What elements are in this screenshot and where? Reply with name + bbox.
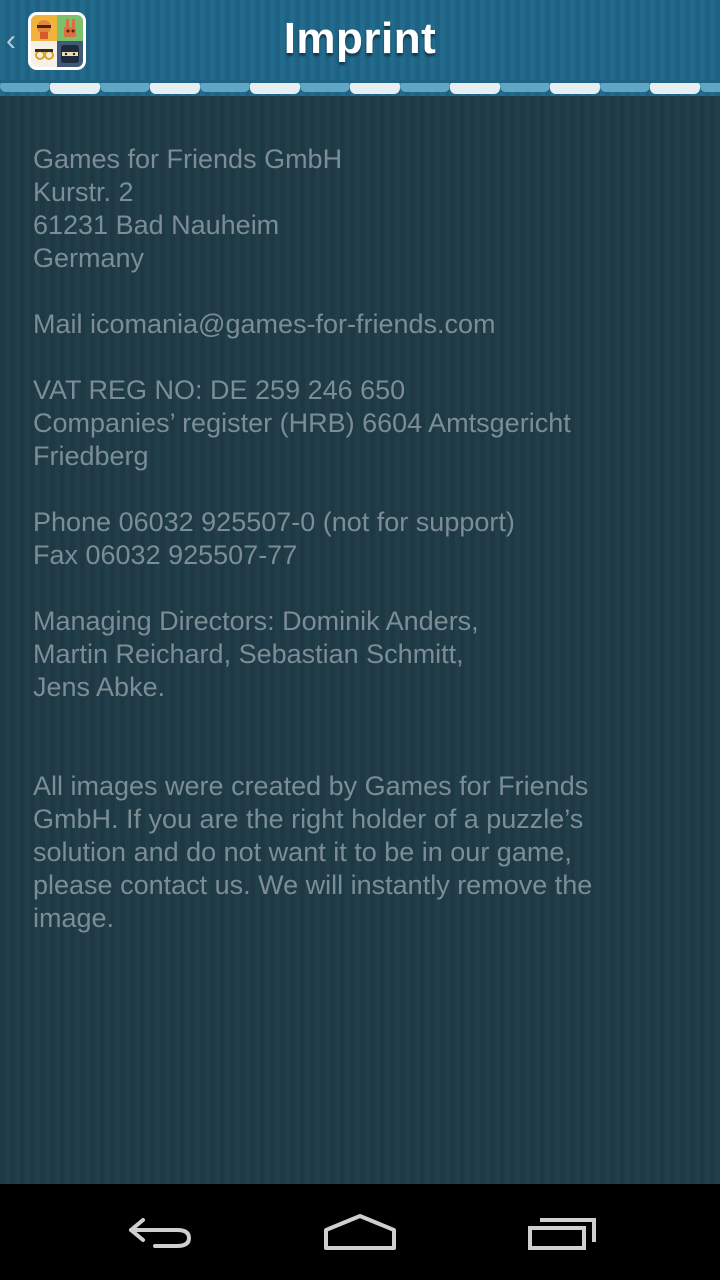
directors-line-3: Jens Abke. (33, 672, 166, 702)
action-bar: ‹ Imprint (0, 0, 720, 96)
nav-home-button[interactable] (300, 1202, 420, 1262)
directors-line-1: Managing Directors: Dominik Anders, (33, 606, 479, 636)
city-address: 61231 Bad Nauheim (33, 210, 280, 240)
company-name: Games for Friends GmbH (33, 144, 343, 174)
directors-line-2: Martin Reichard, Sebastian Schmitt, (33, 639, 464, 669)
register-line-1: Companies’ register (HRB) 6604 Amtsgeric… (33, 408, 571, 438)
imprint-content[interactable]: Games for Friends GmbH Kurstr. 2 61231 B… (0, 96, 720, 1184)
mail-line: Mail icomania@games-for-friends.com (33, 309, 496, 339)
nav-back-button[interactable] (100, 1202, 220, 1262)
back-arrow-icon (129, 1218, 192, 1248)
page-title: Imprint (283, 14, 437, 63)
country: Germany (33, 243, 145, 273)
street-address: Kurstr. 2 (33, 177, 134, 207)
nav-recents-button[interactable] (502, 1202, 622, 1262)
fax-line: Fax 06032 925507-77 (33, 540, 298, 570)
register-line-2: Friedberg (33, 441, 149, 471)
phone-line: Phone 06032 925507-0 (not for support) (33, 507, 515, 537)
imprint-text-block: Games for Friends GmbH Kurstr. 2 61231 B… (33, 143, 673, 935)
system-navigation-bar (0, 1184, 720, 1280)
home-icon (324, 1214, 396, 1250)
app-root: ‹ Imprint Games for Friends GmbH Kurstr.… (0, 0, 720, 1280)
vat-number: VAT REG NO: DE 259 246 650 (33, 375, 406, 405)
header-scallop-border (0, 80, 720, 94)
recent-apps-icon (528, 1218, 596, 1250)
images-notice: All images were created by Games for Fri… (33, 771, 593, 933)
